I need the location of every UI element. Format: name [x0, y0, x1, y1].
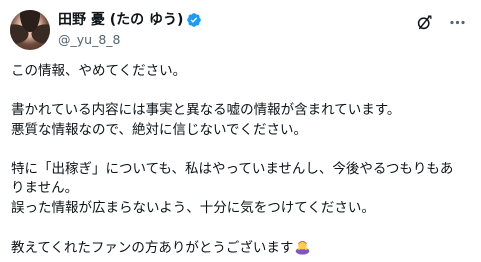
tweet-line: この情報、やめてください。: [11, 63, 187, 79]
tweet-line: 悪質な情報なので、絶対に信じないでください。: [11, 121, 308, 138]
display-name[interactable]: 田野 憂 (たの ゆう): [58, 11, 183, 29]
tweet-text: この情報、やめてください。 書かれている内容には事実と異なる嘘の情報が含まれてい…: [11, 62, 476, 257]
avatar-image: [10, 10, 50, 50]
more-dots-icon[interactable]: [448, 13, 467, 32]
tweet-line: りません。: [11, 180, 79, 196]
user-info: 田野 憂 (たの ゆう) @_yu_8_8: [58, 11, 202, 48]
person-bowing-emoji-icon: [296, 240, 310, 255]
avatar[interactable]: [10, 10, 50, 50]
tweet-line: 誤った情報が広まらないよう、十分に気をつけてください。: [11, 199, 375, 216]
name-row: 田野 憂 (たの ゆう): [58, 11, 202, 29]
tweet-actions: [415, 13, 467, 32]
tweet-card: 田野 憂 (たの ゆう) @_yu_8_8 この情報、やめてください。 書かれて…: [0, 0, 481, 262]
grok-slash-icon[interactable]: [415, 13, 434, 32]
user-handle[interactable]: @_yu_8_8: [58, 31, 202, 48]
tweet-line-last: 教えてくれたファンの方ありがとうございます: [11, 238, 476, 258]
verified-badge-icon: [187, 13, 202, 27]
tweet-line-text: 教えてくれたファンの方ありがとうございます: [11, 239, 294, 256]
tweet-line: 書かれている内容には事実と異なる嘘の情報が含まれています。: [11, 102, 401, 118]
tweet-line: 特に「出稼ぎ」についても、私はやっていませんし、今後やるつもりもあ: [11, 160, 454, 177]
